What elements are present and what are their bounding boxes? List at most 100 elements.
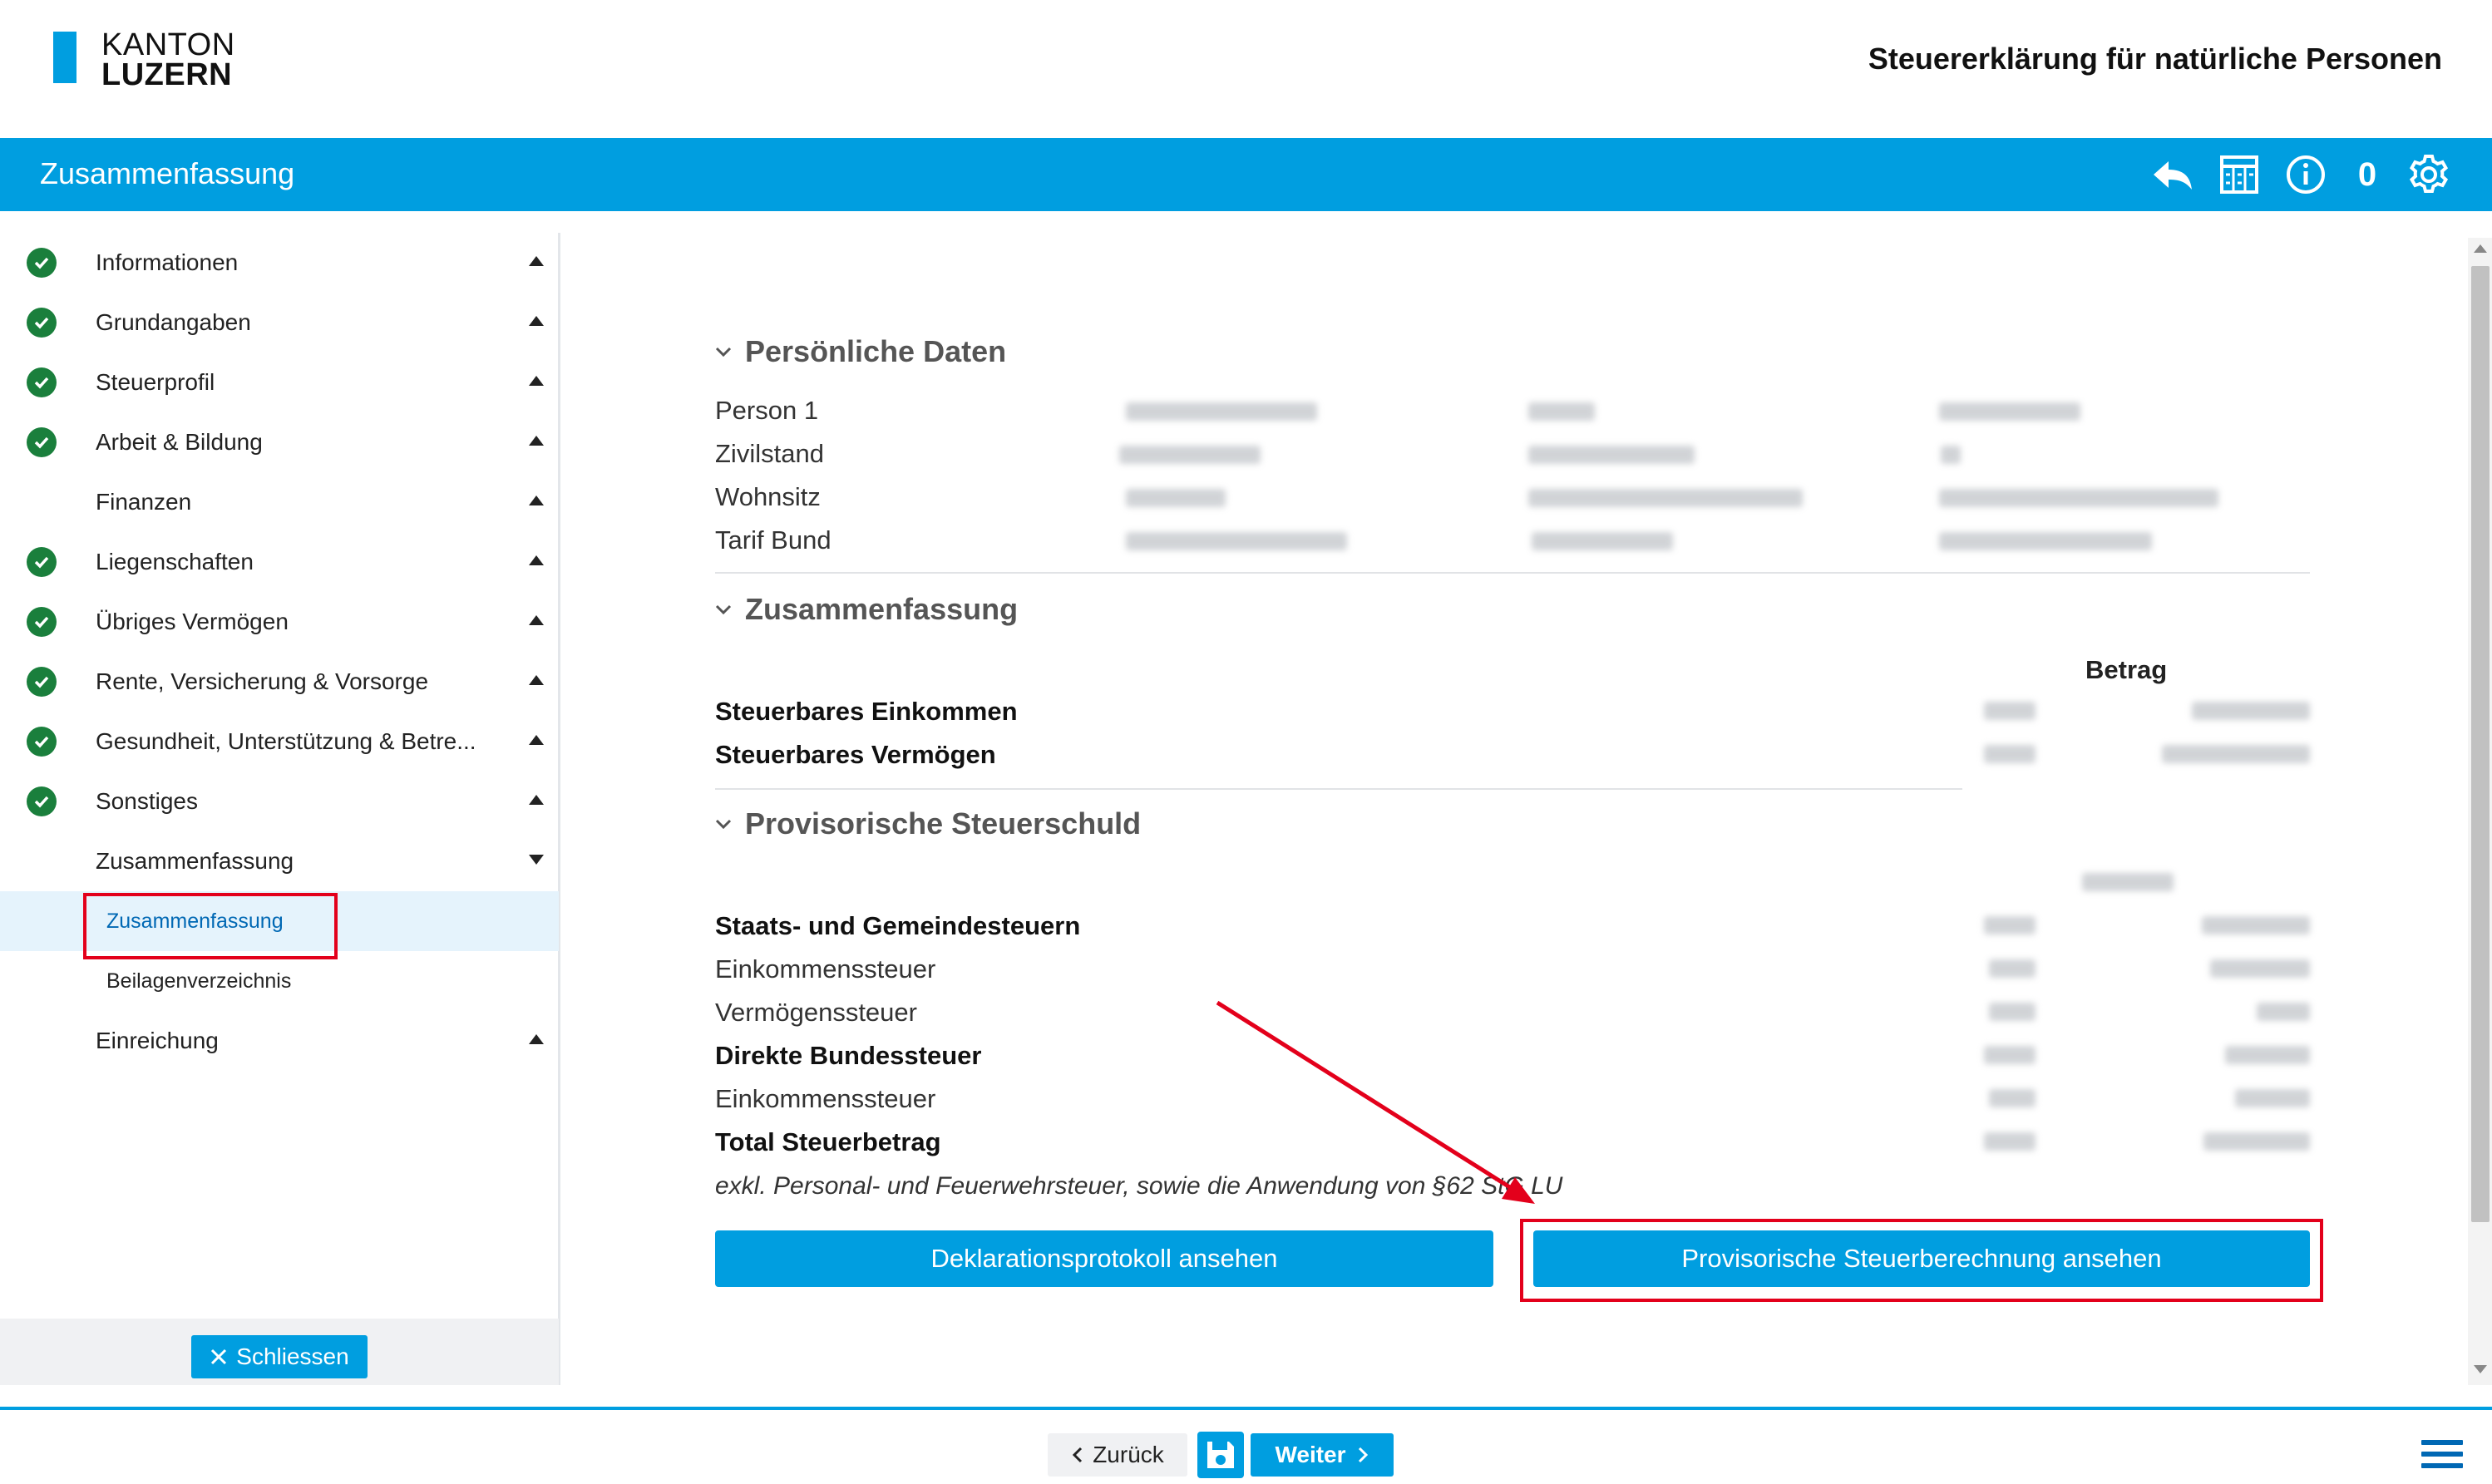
row-label-tarif-bund: Tarif Bund [715,525,831,555]
calculator-icon[interactable] [2218,153,2261,196]
caret-up-icon[interactable] [529,555,544,565]
sidebar-footer: Schliessen [0,1319,559,1385]
sidebar-item-label: Gesundheit, Unterstützung & Betre... [96,728,476,754]
caret-up-icon[interactable] [529,316,544,326]
summary-header[interactable]: Zusammenfassung [715,592,1018,627]
row-label-einkommenssteuer-bund: Einkommenssteuer [715,1084,936,1113]
sidebar-item-steuerprofil[interactable]: Steuerprofil [0,353,559,412]
sidebar-item-label: Liegenschaften [96,549,254,574]
close-icon [211,1348,227,1365]
chevron-down-icon [715,819,732,830]
sidebar-item-arbeit-bildung[interactable]: Arbeit & Bildung [0,412,559,472]
close-sidebar-button[interactable]: Schliessen [191,1335,368,1378]
close-button-label: Schliessen [236,1343,349,1369]
chevron-down-icon [715,347,732,357]
row-label-zivilstand: Zivilstand [715,439,824,468]
sidebar-item-sonstiges[interactable]: Sonstiges [0,772,559,831]
caret-up-icon[interactable] [529,675,544,685]
sidebar-item-label: Zusammenfassung [96,848,294,874]
app-title: Steuererklärung für natürliche Personen [1868,42,2442,76]
caret-down-icon[interactable] [529,855,544,865]
sidebar-item-zusammenfassung[interactable]: Zusammenfassung [0,831,559,891]
check-circle-icon [27,547,57,577]
next-button[interactable]: Weiter [1251,1433,1394,1477]
section-heading-label: Zusammenfassung [745,592,1019,626]
kanton-luzern-logo[interactable]: KANTON LUZERN [53,29,253,92]
divider [715,572,2310,574]
redacted-value [1939,402,2080,421]
redacted-value [1984,1132,2036,1151]
row-label-einkommenssteuer: Einkommenssteuer [715,954,936,984]
check-circle-icon [27,367,57,397]
sidebar-item-grundangaben[interactable]: Grundangaben [0,293,559,353]
sidebar-item-einreichung[interactable]: Einreichung [0,1011,559,1071]
personal-data-header[interactable]: Persönliche Daten [715,334,1006,369]
sidebar-item-rente-versicherung[interactable]: Rente, Versicherung & Vorsorge [0,652,559,712]
redacted-value [2162,745,2310,763]
sidebar-subitem-beilagenverzeichnis[interactable]: Beilagenverzeichnis [0,951,559,1011]
info-icon[interactable] [2284,153,2327,196]
caret-up-icon[interactable] [529,795,544,805]
row-label-steuerbares-einkommen: Steuerbares Einkommen [715,697,1018,726]
check-circle-icon [27,786,57,816]
sidebar-item-label: Rente, Versicherung & Vorsorge [96,668,429,694]
redacted-value [1989,959,2036,978]
sidebar-item-label: Arbeit & Bildung [96,429,263,455]
hamburger-menu-icon[interactable] [2421,1440,2463,1473]
row-label-steuerbares-vermoegen: Steuerbares Vermögen [715,740,996,769]
view-protocol-button[interactable]: Deklarationsprotokoll ansehen [715,1230,1493,1287]
check-circle-icon [27,727,57,757]
check-circle-icon [27,667,57,697]
redacted-value [1984,745,2036,763]
row-label-vermoegenssteuer: Vermögenssteuer [715,998,917,1027]
scrollbar-thumb[interactable] [2471,266,2490,1222]
redacted-value [1528,402,1595,421]
scroll-up-icon[interactable] [2474,244,2487,253]
back-arrow-icon[interactable] [2151,153,2194,196]
divider [715,788,1962,790]
redacted-value [1941,446,1961,464]
highlight-box [1520,1219,2323,1302]
row-label-total-steuerbetrag: Total Steuerbetrag [715,1127,941,1156]
sidebar-nav: Informationen Grundangaben Steuerprofil … [0,233,560,1385]
gear-icon[interactable] [2407,153,2450,196]
redacted-value [2192,702,2310,720]
tax-header[interactable]: Provisorische Steuerschuld [715,806,1141,841]
sidebar-item-liegenschaften[interactable]: Liegenschaften [0,532,559,592]
redacted-value [1984,702,2036,720]
redacted-value [1939,532,2152,550]
sidebar-item-finanzen[interactable]: Finanzen [0,472,559,532]
caret-up-icon[interactable] [529,436,544,446]
check-circle-icon [27,308,57,338]
tax-note: exkl. Personal- und Feuerwehrsteuer, sow… [715,1172,1563,1200]
section-heading-label: Persönliche Daten [745,334,1007,368]
sidebar-item-label: Übriges Vermögen [96,609,289,634]
back-button[interactable]: Zurück [1048,1433,1187,1477]
check-circle-icon [27,248,57,278]
row-label-direkte-bundessteuer: Direkte Bundessteuer [715,1041,982,1070]
redacted-value [1989,1003,2036,1021]
sidebar-item-uebriges-vermoegen[interactable]: Übriges Vermögen [0,592,559,652]
logo-line-2: LUZERN [101,57,233,92]
chevron-down-icon [715,604,732,615]
redacted-value [1532,532,1673,550]
bottom-nav-bar: Zurück Weiter [0,1407,2492,1484]
notification-count[interactable]: 0 [2351,156,2384,194]
caret-up-icon[interactable] [529,1034,544,1044]
scroll-down-icon[interactable] [2474,1365,2487,1373]
row-label-wohnsitz: Wohnsitz [715,482,821,511]
sidebar-item-gesundheit[interactable]: Gesundheit, Unterstützung & Betre... [0,712,559,772]
sidebar-item-informationen[interactable]: Informationen [0,233,559,293]
caret-up-icon[interactable] [529,376,544,386]
sidebar-item-label: Finanzen [96,489,192,515]
save-button[interactable] [1197,1432,1244,1478]
caret-up-icon[interactable] [529,256,544,266]
caret-up-icon[interactable] [529,495,544,505]
redacted-value [1126,402,1317,421]
row-label-person-1: Person 1 [715,396,819,425]
section-heading-label: Provisorische Steuerschuld [745,806,1142,841]
caret-up-icon[interactable] [529,615,544,625]
redacted-value [1984,1046,2036,1064]
sidebar-item-label: Grundangaben [96,309,251,335]
caret-up-icon[interactable] [529,735,544,745]
